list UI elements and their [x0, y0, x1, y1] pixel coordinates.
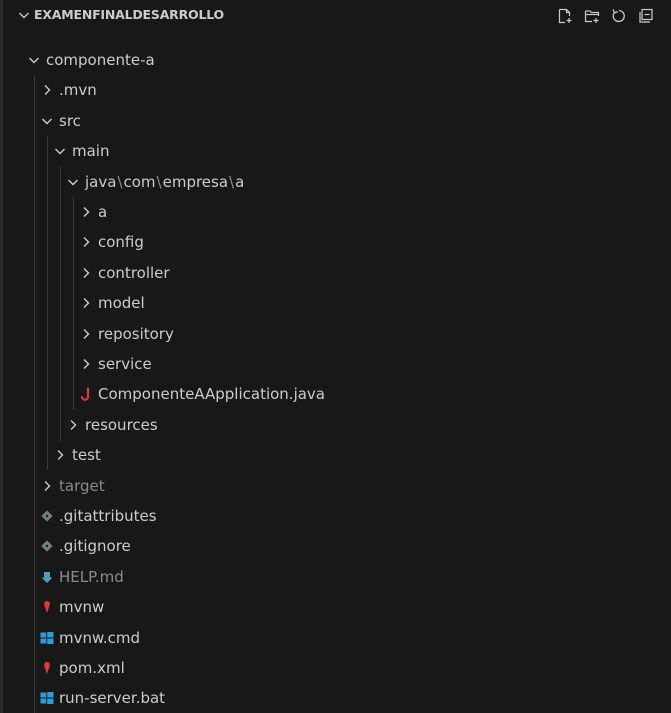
explorer-section-title[interactable]: EXAMENFINALDESARROLLO: [34, 0, 224, 30]
tree-folder-item[interactable]: resources: [0, 410, 671, 440]
refresh-icon[interactable]: [610, 7, 628, 25]
tree-item-label: test: [72, 446, 101, 464]
tree-item-label: resources: [85, 416, 158, 434]
tree-folder-item[interactable]: test: [0, 440, 671, 470]
git-icon: [39, 538, 55, 554]
java-icon: [78, 386, 94, 402]
tree-item-label: mvnw.cmd: [59, 629, 141, 647]
chevron-right-icon[interactable]: [78, 204, 94, 220]
tree-file-item[interactable]: ComponenteAApplication.java: [0, 379, 671, 409]
chevron-right-icon[interactable]: [78, 234, 94, 250]
tree-item-label: config: [98, 233, 144, 251]
tree-folder-item[interactable]: src: [0, 106, 671, 136]
tree-item-label: a: [98, 203, 108, 221]
tree-file-item[interactable]: mvnw.cmd: [0, 623, 671, 653]
tree-item-label: HELP.md: [59, 568, 124, 586]
tree-folder-item[interactable]: model: [0, 288, 671, 318]
tree-file-item[interactable]: .gitignore: [0, 531, 671, 561]
tree-item-label: componente-a: [46, 51, 155, 69]
chevron-right-icon[interactable]: [78, 326, 94, 342]
markdown-icon: [39, 569, 55, 585]
tree-item-label: model: [98, 294, 145, 312]
windows-icon: [39, 690, 55, 706]
git-icon: [39, 508, 55, 524]
new-folder-icon[interactable]: [583, 7, 601, 25]
tree-folder-item[interactable]: controller: [0, 258, 671, 288]
tree-item-label: pom.xml: [59, 659, 125, 677]
tree-item-label: run-server.bat: [59, 689, 166, 707]
explorer-actions: [556, 7, 655, 25]
tree-folder-item[interactable]: main: [0, 136, 671, 166]
tree-item-label: ComponenteAApplication.java: [98, 385, 325, 403]
tree-folder-item[interactable]: target: [0, 471, 671, 501]
chevron-down-icon[interactable]: [16, 7, 32, 23]
chevron-right-icon[interactable]: [39, 82, 55, 98]
tree-item-label: repository: [98, 325, 174, 343]
tree-item-label: mvnw: [59, 598, 105, 616]
tree-folder-item[interactable]: a: [0, 197, 671, 227]
tree-folder-item[interactable]: repository: [0, 319, 671, 349]
explorer-section-header[interactable]: EXAMENFINALDESARROLLO: [0, 0, 671, 30]
tree-item-label: .mvn: [59, 81, 97, 99]
maven-icon: [39, 599, 55, 615]
chevron-right-icon[interactable]: [78, 356, 94, 372]
tree-item-label: target: [59, 477, 105, 495]
tree-item-label: controller: [98, 264, 170, 282]
chevron-down-icon[interactable]: [52, 143, 68, 159]
tree-folder-item[interactable]: service: [0, 349, 671, 379]
chevron-down-icon[interactable]: [39, 113, 55, 129]
chevron-down-icon[interactable]: [65, 174, 81, 190]
chevron-down-icon[interactable]: [26, 52, 42, 68]
tree-item-label: src: [59, 112, 81, 130]
tree-item-label: service: [98, 355, 152, 373]
tree-item-label: main: [72, 142, 110, 160]
tree-folder-item[interactable]: java\com\empresa\a: [0, 167, 671, 197]
collapse-all-icon[interactable]: [637, 7, 655, 25]
windows-icon: [39, 630, 55, 646]
chevron-right-icon[interactable]: [78, 265, 94, 281]
file-explorer: EXAMENFINALDESARROLLO componente-a .mvn …: [0, 0, 671, 713]
chevron-right-icon[interactable]: [52, 447, 68, 463]
tree-folder-item[interactable]: componente-a: [0, 45, 671, 75]
chevron-right-icon[interactable]: [65, 417, 81, 433]
tree-folder-item[interactable]: config: [0, 227, 671, 257]
tree-item-label: .gitignore: [59, 537, 131, 555]
tree-item-label: .gitattributes: [59, 507, 157, 525]
tree-folder-item[interactable]: .mvn: [0, 75, 671, 105]
tree-file-item[interactable]: run-server.bat: [0, 683, 671, 713]
tree-file-item[interactable]: .gitattributes: [0, 501, 671, 531]
tree-item-label: java\com\empresa\a: [85, 173, 245, 191]
new-file-icon[interactable]: [556, 7, 574, 25]
tree-file-item[interactable]: pom.xml: [0, 653, 671, 683]
chevron-right-icon[interactable]: [78, 295, 94, 311]
tree-file-item[interactable]: HELP.md: [0, 562, 671, 592]
maven-icon: [39, 660, 55, 676]
chevron-right-icon[interactable]: [39, 478, 55, 494]
tree-file-item[interactable]: mvnw: [0, 592, 671, 622]
